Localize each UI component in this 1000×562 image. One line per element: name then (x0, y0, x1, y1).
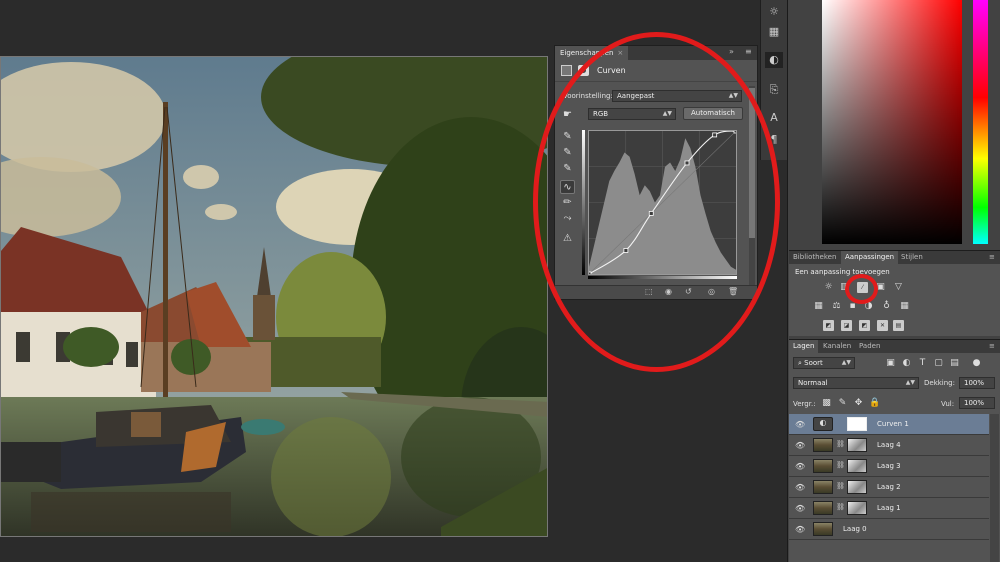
link-icon[interactable]: ⛓ (836, 440, 845, 448)
layer-mask-thumbnail[interactable] (847, 459, 867, 473)
fill-value: 100% (964, 399, 985, 407)
layer-name: Laag 2 (877, 483, 901, 491)
tab-paths[interactable]: Paden (855, 340, 884, 353)
photo-filter-icon[interactable]: ♁ (881, 301, 892, 312)
filter-smart-icon[interactable]: ▤ (949, 358, 960, 369)
tab-layers[interactable]: Lagen (789, 340, 819, 353)
layers-tab-bar: Lagen Kanalen Paden ≡ (789, 340, 1000, 353)
hue-slider[interactable] (973, 0, 988, 244)
adjustments-hint: Een aanpassing toevoegen (795, 268, 890, 276)
character-icon[interactable]: A (765, 110, 783, 126)
visibility-eye-icon[interactable]: 👁 (795, 483, 805, 492)
lock-position-icon[interactable]: ✥ (853, 398, 864, 409)
gradient-map-icon[interactable]: ▤ (893, 320, 904, 331)
layer-name: Laag 3 (877, 462, 901, 470)
layer-list: 👁 ◐ Curven 1 👁 ⛓ Laag 4 👁 ⛓ Laag 3 👁 ⛓ Laag 2 👁 ⛓ Laag… (789, 414, 1000, 562)
layer-thumbnail[interactable] (813, 522, 833, 536)
filter-shape-icon[interactable]: ▢ (933, 358, 944, 369)
layer-row[interactable]: 👁 ⛓ Laag 4 (789, 435, 989, 456)
blend-mode-value: Normaal (798, 379, 828, 387)
layer-thumbnail[interactable] (813, 501, 833, 515)
document-canvas[interactable] (0, 56, 548, 537)
filter-adjustment-icon[interactable]: ◐ (901, 358, 912, 369)
panel-menu-icon[interactable]: ≡ (985, 251, 999, 264)
layer-row[interactable]: 👁 Laag 0 (789, 519, 989, 540)
visibility-eye-icon[interactable]: 👁 (795, 462, 805, 471)
fill-field[interactable]: 100% (959, 397, 995, 409)
layer-thumbnail[interactable] (813, 459, 833, 473)
lock-all-icon[interactable]: 🔒 (869, 398, 880, 409)
visibility-eye-icon[interactable]: 👁 (795, 420, 805, 429)
tab-styles[interactable]: Stijlen (897, 251, 927, 264)
highlight-ellipse (533, 32, 780, 372)
panel-menu-icon[interactable]: ≡ (985, 340, 999, 353)
filter-value: Soort (804, 359, 823, 367)
layers-panel: Lagen Kanalen Paden ≡ ⌕ Soort ▲▼ ▣ ◐ T ▢… (789, 339, 1000, 562)
invert-icon[interactable]: ◩ (823, 320, 834, 331)
visibility-eye-icon[interactable]: 👁 (795, 525, 805, 534)
layer-name: Curven 1 (877, 420, 909, 428)
layer-row[interactable]: 👁 ◐ Curven 1 (789, 414, 989, 435)
adjustment-layer-icon: ◐ (813, 417, 833, 431)
layer-row[interactable]: 👁 ⛓ Laag 1 (789, 498, 989, 519)
link-icon[interactable]: ⛓ (836, 461, 845, 469)
vibrance-icon[interactable]: ▦ (813, 301, 824, 312)
blend-mode-dropdown[interactable]: Normaal ▲▼ (793, 377, 919, 389)
tab-adjustments[interactable]: Aanpassingen (841, 251, 899, 264)
opacity-value: 100% (964, 379, 985, 387)
lock-transparency-icon[interactable]: ▩ (821, 398, 832, 409)
layer-name: Laag 1 (877, 504, 901, 512)
hue-saturation-icon[interactable]: ⚖ (831, 301, 842, 312)
adjustment-layer-icon[interactable] (561, 65, 572, 76)
layer-thumbnail[interactable] (813, 480, 833, 494)
posterize-icon[interactable]: ◪ (841, 320, 852, 331)
filter-pixel-icon[interactable]: ▣ (885, 358, 896, 369)
selective-color-icon[interactable]: ✕ (877, 320, 888, 331)
layer-mask-thumbnail[interactable] (847, 417, 867, 431)
layer-filter-dropdown[interactable]: ⌕ Soort ▲▼ (793, 357, 855, 369)
lock-pixels-icon[interactable]: ✎ (837, 398, 848, 409)
layer-row[interactable]: 👁 ⛓ Laag 2 (789, 477, 989, 498)
adjustments-panel: Bibliotheken Aanpassingen Stijlen ≡ Een … (789, 250, 1000, 336)
gradient-triangle-icon[interactable]: ▽ (893, 282, 904, 293)
adjustments-tab-bar: Bibliotheken Aanpassingen Stijlen ≡ (789, 251, 1000, 264)
chevron-down-icon: ▲▼ (905, 379, 915, 386)
layers-scrollbar[interactable] (990, 414, 999, 562)
panel-menu-icon[interactable]: ≡ (745, 47, 752, 56)
layer-mask-thumbnail[interactable] (847, 480, 867, 494)
link-icon[interactable]: ⛓ (836, 503, 845, 511)
layer-mask-thumbnail[interactable] (847, 501, 867, 515)
layer-thumbnail[interactable] (813, 438, 833, 452)
layer-name: Laag 0 (843, 525, 867, 533)
link-icon[interactable]: ⛓ (836, 482, 845, 490)
threshold-icon[interactable]: ◩ (859, 320, 870, 331)
layer-row[interactable]: 👁 ⛓ Laag 3 (789, 456, 989, 477)
color-lookup-icon[interactable]: ▦ (899, 301, 910, 312)
chevron-down-icon: ▲▼ (841, 359, 851, 366)
tab-libraries[interactable]: Bibliotheken (789, 251, 840, 264)
highlight-circle (845, 274, 878, 304)
lock-label: Vergr.: (793, 400, 816, 408)
opacity-label: Dekking: (924, 379, 955, 387)
layer-mask-thumbnail[interactable] (847, 438, 867, 452)
filter-type-icon[interactable]: T (917, 358, 928, 369)
brightness-icon[interactable]: ☼ (765, 4, 783, 20)
filter-toggle[interactable]: ● (971, 358, 982, 369)
tab-channels[interactable]: Kanalen (819, 340, 855, 353)
layer-name: Laag 4 (877, 441, 901, 449)
collapse-icon[interactable]: » (729, 47, 734, 56)
brightness-contrast-icon[interactable]: ☼ (823, 282, 834, 293)
visibility-eye-icon[interactable]: 👁 (795, 504, 805, 513)
canal-photo (1, 57, 547, 536)
properties-icon[interactable]: ◐ (765, 52, 783, 68)
visibility-eye-icon[interactable]: 👁 (795, 441, 805, 450)
fill-label: Vul: (941, 400, 955, 408)
history-icon[interactable]: ⎘ (765, 82, 783, 98)
swatches-icon[interactable]: ▦ (765, 24, 783, 40)
color-field[interactable] (822, 0, 962, 244)
opacity-field[interactable]: 100% (959, 377, 995, 389)
